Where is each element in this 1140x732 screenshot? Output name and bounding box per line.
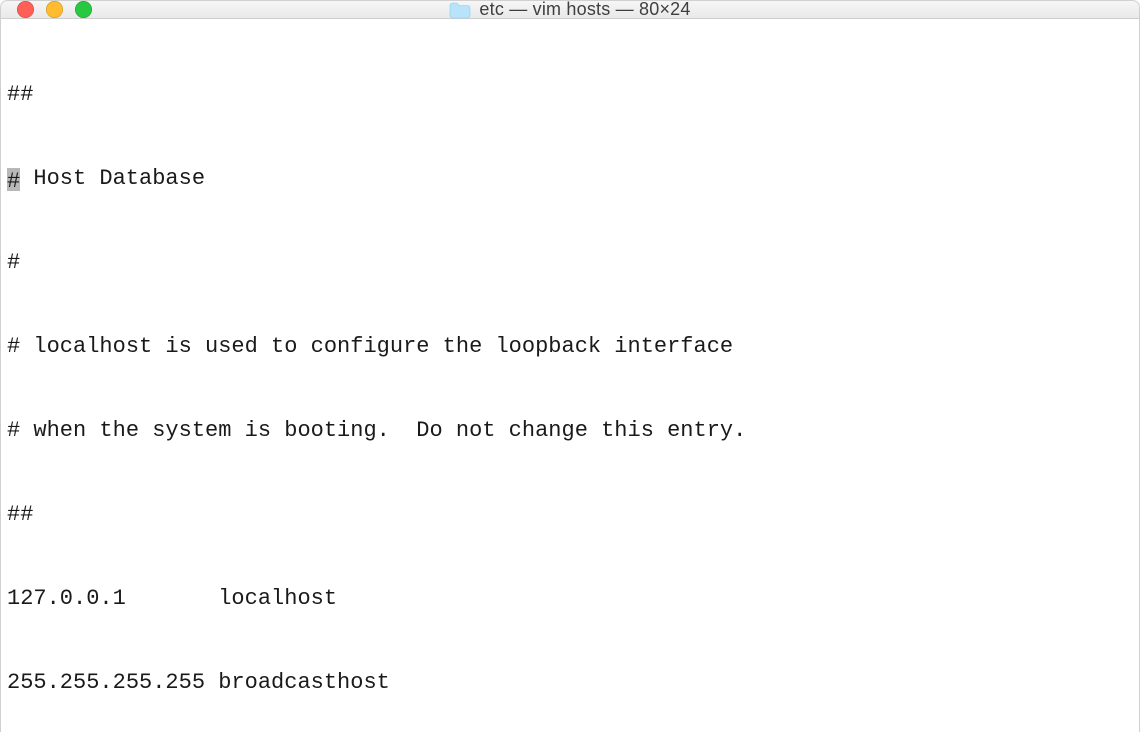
folder-icon [449, 1, 471, 19]
window-controls [1, 1, 92, 18]
window-titlebar[interactable]: etc — vim hosts — 80×24 [1, 1, 1139, 19]
minimize-icon[interactable] [46, 1, 63, 18]
file-line: 127.0.0.1 localhost [7, 585, 1133, 613]
file-line: # localhost is used to configure the loo… [7, 333, 1133, 361]
window-title-container: etc — vim hosts — 80×24 [1, 0, 1139, 20]
terminal-viewport[interactable]: ## # Host Database # # localhost is used… [1, 19, 1139, 732]
text-cursor: # [7, 168, 20, 191]
zoom-icon[interactable] [75, 1, 92, 18]
file-line: # Host Database [7, 165, 1133, 193]
window-title: etc — vim hosts — 80×24 [479, 0, 690, 20]
file-line: ## [7, 81, 1133, 109]
file-line-text: Host Database [20, 166, 205, 191]
file-line: # when the system is booting. Do not cha… [7, 417, 1133, 445]
terminal-window: etc — vim hosts — 80×24 ## # Host Databa… [0, 0, 1140, 732]
file-line: 255.255.255.255 broadcasthost [7, 669, 1133, 697]
file-line: # [7, 249, 1133, 277]
close-icon[interactable] [17, 1, 34, 18]
file-line: ## [7, 501, 1133, 529]
